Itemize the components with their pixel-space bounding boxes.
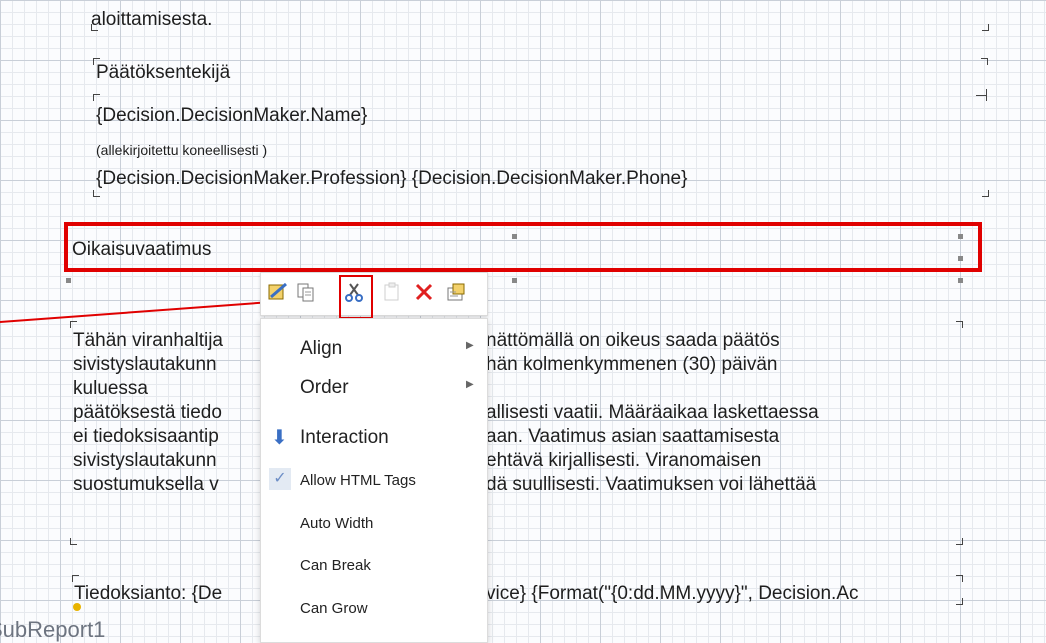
corner-mark [91, 24, 98, 31]
corner-mark [93, 190, 100, 197]
decision-maker-heading: Päätöksentekijä [96, 62, 231, 83]
tiedoksianto-field-left[interactable]: Tiedoksianto: {De [74, 582, 222, 606]
edit-icon[interactable] [267, 281, 289, 303]
menu-item-can-break[interactable]: Can Break [261, 547, 487, 585]
decision-maker-profession-phone-field[interactable]: {Decision.DecisionMaker.Profession} {Dec… [96, 167, 687, 191]
body-text-line: päätöksestä tiedo [73, 402, 222, 423]
corner-mark [982, 24, 989, 31]
corner-mark [956, 575, 963, 582]
body-text-line [486, 377, 956, 401]
menu-item-interaction[interactable]: ⬇ Interaction [261, 419, 487, 457]
corner-mark [72, 575, 79, 582]
selection-handle[interactable] [512, 278, 517, 283]
corner-mark [93, 94, 100, 101]
body-text-line: Tähän viranhaltija [73, 330, 223, 351]
selection-handle[interactable] [958, 278, 963, 283]
checkmark-icon: ✓ [269, 468, 291, 490]
body-text-left: Tähän viranhaltija sivistyslautakunn kulue… [73, 329, 263, 497]
submenu-arrow-icon: ▶ [466, 340, 474, 351]
corner-mark [981, 58, 988, 65]
menu-item-label: Can Grow [300, 600, 368, 617]
body-text-line: ei tiedoksisaantip [73, 426, 219, 447]
resize-tick [976, 95, 986, 96]
menu-item-order[interactable]: Order ▶ [261, 369, 487, 407]
menu-item-label: Allow HTML Tags [300, 472, 416, 489]
body-text-line: sivistyslautakunn [73, 354, 217, 375]
body-text-line: dä suullisesti. Vaatimuksen voi lähettää [486, 474, 817, 495]
menu-item-align[interactable]: Align ▶ [261, 330, 487, 368]
anchor-icon [73, 603, 81, 611]
menu-item-label: Order [300, 377, 349, 398]
corner-mark [70, 538, 77, 545]
body-text-line: ehtävä kirjallisesti. Viranomaisen [486, 450, 762, 471]
menu-item-label: Interaction [300, 427, 389, 448]
body-text-line: aan. Vaatimus asian saattamisesta [486, 426, 780, 447]
copy-icon[interactable] [295, 281, 317, 303]
signed-note: (allekirjoitettu koneellisesti ) [96, 142, 268, 158]
subreport-label: SubReport1 [0, 617, 106, 642]
body-text-line: hän kolmenkymmenen (30) päivän [486, 354, 778, 375]
corner-mark [956, 321, 963, 328]
menu-item-can-grow[interactable]: Can Grow [261, 590, 487, 628]
corner-mark [982, 190, 989, 197]
body-text-line: allisesti vaatii. Määräaikaa laskettaess… [486, 402, 819, 423]
cut-button-highlight [339, 275, 373, 319]
menu-item-label: Align [300, 338, 343, 359]
menu-item-auto-width[interactable]: Auto Width [261, 505, 487, 543]
body-text-line: nättömällä on oikeus saada päätös [486, 330, 780, 351]
quick-toolbar [260, 272, 488, 316]
delete-icon[interactable] [413, 281, 435, 303]
down-arrow-icon: ⬇ [271, 427, 288, 449]
menu-item-allow-html-tags[interactable]: ✓ Allow HTML Tags [261, 462, 487, 500]
decision-maker-name-field[interactable]: {Decision.DecisionMaker.Name} [96, 104, 367, 128]
selection-handle[interactable] [66, 278, 71, 283]
report-text-top: aloittamisesta. [91, 9, 213, 30]
menu-item-label: Can Break [300, 557, 371, 574]
body-text-right: nättömällä on oikeus saada päätös hän kol… [486, 329, 956, 497]
properties-icon[interactable] [445, 281, 467, 303]
corner-mark [956, 538, 963, 545]
tiedoksianto-field-right[interactable]: vice} {Format("{0:dd.MM.yyyy}", Decision… [486, 582, 859, 606]
submenu-arrow-icon: ▶ [466, 379, 474, 390]
corner-mark [956, 598, 963, 605]
context-menu: Align ▶ Order ▶ ⬇ Interaction ✓ Allow HT… [260, 318, 488, 643]
body-text-line: suostumuksella v [73, 474, 219, 495]
body-text-line: kuluessa [73, 378, 148, 399]
menu-item-label: Auto Width [300, 515, 374, 532]
selection-highlight [64, 222, 982, 272]
paste-icon[interactable] [381, 281, 403, 303]
body-text-line: sivistyslautakunn [73, 450, 217, 471]
